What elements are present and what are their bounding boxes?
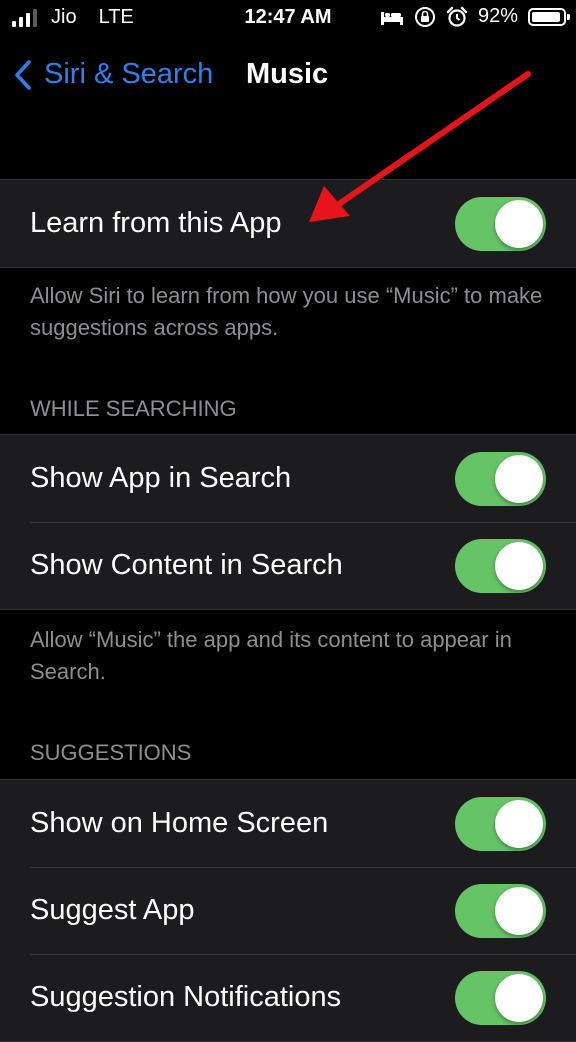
rotation-lock-icon — [414, 6, 435, 27]
row-label: Show Content in Search — [30, 549, 343, 581]
while-searching-group: Show App in Search Show Content in Searc… — [0, 434, 576, 610]
suggest-app-toggle[interactable] — [455, 883, 546, 938]
status-right: 92% — [380, 5, 570, 28]
row-show-content-in-search: Show Content in Search — [0, 522, 576, 609]
suggestions-group: Show on Home Screen Suggest App Suggesti… — [0, 779, 576, 1042]
status-bar: Jio LTE 12:47 AM 92% — [0, 0, 576, 38]
chevron-left-icon — [15, 59, 31, 90]
row-label: Suggest App — [30, 894, 195, 926]
back-button[interactable]: Siri & Search — [14, 58, 213, 91]
row-label: Show on Home Screen — [30, 807, 329, 839]
section-header-while-searching: WHILE SEARCHING — [30, 396, 237, 421]
show-app-in-search-toggle[interactable] — [455, 451, 546, 506]
battery-percent: 92% — [477, 5, 518, 27]
back-label: Siri & Search — [44, 58, 214, 90]
row-label: Suggestion Notifications — [30, 981, 342, 1013]
battery-icon — [528, 7, 570, 26]
bed-icon — [380, 11, 403, 25]
learn-group: Learn from this App — [0, 179, 576, 268]
navigation-bar: Siri & Search Music — [0, 52, 576, 102]
row-show-on-home-screen: Show on Home Screen — [0, 780, 576, 867]
alarm-icon — [446, 6, 468, 27]
section-header-suggestions: SUGGESTIONS — [30, 740, 192, 765]
row-learn-from-app: Learn from this App — [0, 180, 576, 267]
battery-fill — [532, 11, 560, 22]
page-title: Music — [246, 58, 329, 90]
learn-from-app-toggle[interactable] — [455, 196, 546, 251]
row-suggestion-notifications: Suggestion Notifications — [0, 954, 576, 1041]
row-label: Learn from this App — [30, 207, 282, 239]
show-content-in-search-toggle[interactable] — [455, 538, 546, 593]
learn-footer-note: Allow Siri to learn from how you use “Mu… — [30, 283, 543, 340]
row-label: Show App in Search — [30, 462, 292, 494]
search-footer-note: Allow “Music” the app and its content to… — [30, 627, 512, 684]
row-suggest-app: Suggest App — [0, 867, 576, 954]
row-show-app-in-search: Show App in Search — [0, 435, 576, 522]
show-on-home-screen-toggle[interactable] — [455, 796, 546, 851]
suggestion-notifications-toggle[interactable] — [455, 970, 546, 1025]
